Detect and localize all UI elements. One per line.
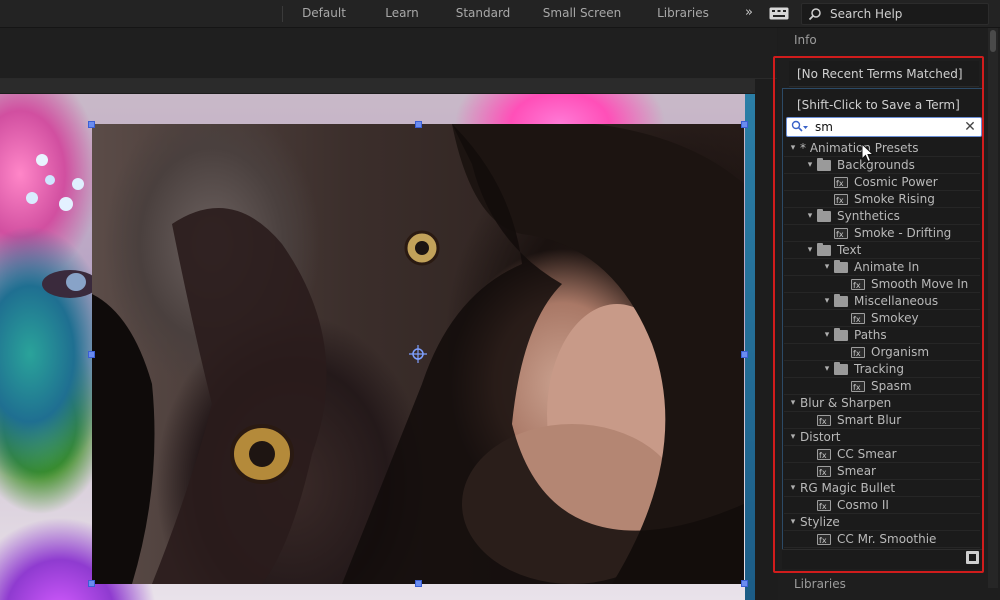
more-workspaces-chevron-icon[interactable]: » [740,0,758,27]
transform-handle-top-right[interactable] [741,121,748,128]
right-panel-scrollbar[interactable] [988,28,998,588]
transform-handle-bottom-left[interactable] [88,580,95,587]
workspace-tab-default[interactable]: Default [292,0,356,27]
workspace-separator [282,6,283,22]
info-panel-header[interactable]: Info [794,33,817,47]
search-help-placeholder: Search Help [830,7,903,21]
background-layer-edge [745,94,755,600]
workspace-tab-libraries[interactable]: Libraries [650,0,716,27]
scrollbar-thumb[interactable] [990,30,996,52]
transform-handle-middle-right[interactable] [741,351,748,358]
transform-handle-bottom-center[interactable] [415,580,422,587]
transform-handle-bottom-right[interactable] [741,580,748,587]
search-icon [808,8,821,21]
workspace-tab-standard[interactable]: Standard [448,0,518,27]
search-help-field[interactable]: Search Help [801,3,989,25]
anchor-point-icon[interactable] [409,345,427,363]
highlight-outline [773,56,984,573]
mouse-cursor-icon [861,143,875,163]
workspace-bar: Default Learn Standard Small Screen Libr… [0,0,1000,28]
transform-handle-top-center[interactable] [415,121,422,128]
workspace-tab-learn[interactable]: Learn [378,0,426,27]
transform-handle-top-left[interactable] [88,121,95,128]
background-layer-artwork [26,154,92,298]
transform-handle-middle-left[interactable] [88,351,95,358]
workspace-tab-small-screen[interactable]: Small Screen [540,0,624,27]
composition-toolbar [0,28,777,79]
libraries-panel-header[interactable]: Libraries [794,577,846,591]
composition-tab-strip [0,79,755,93]
keyboard-shortcuts-icon[interactable] [769,7,789,20]
